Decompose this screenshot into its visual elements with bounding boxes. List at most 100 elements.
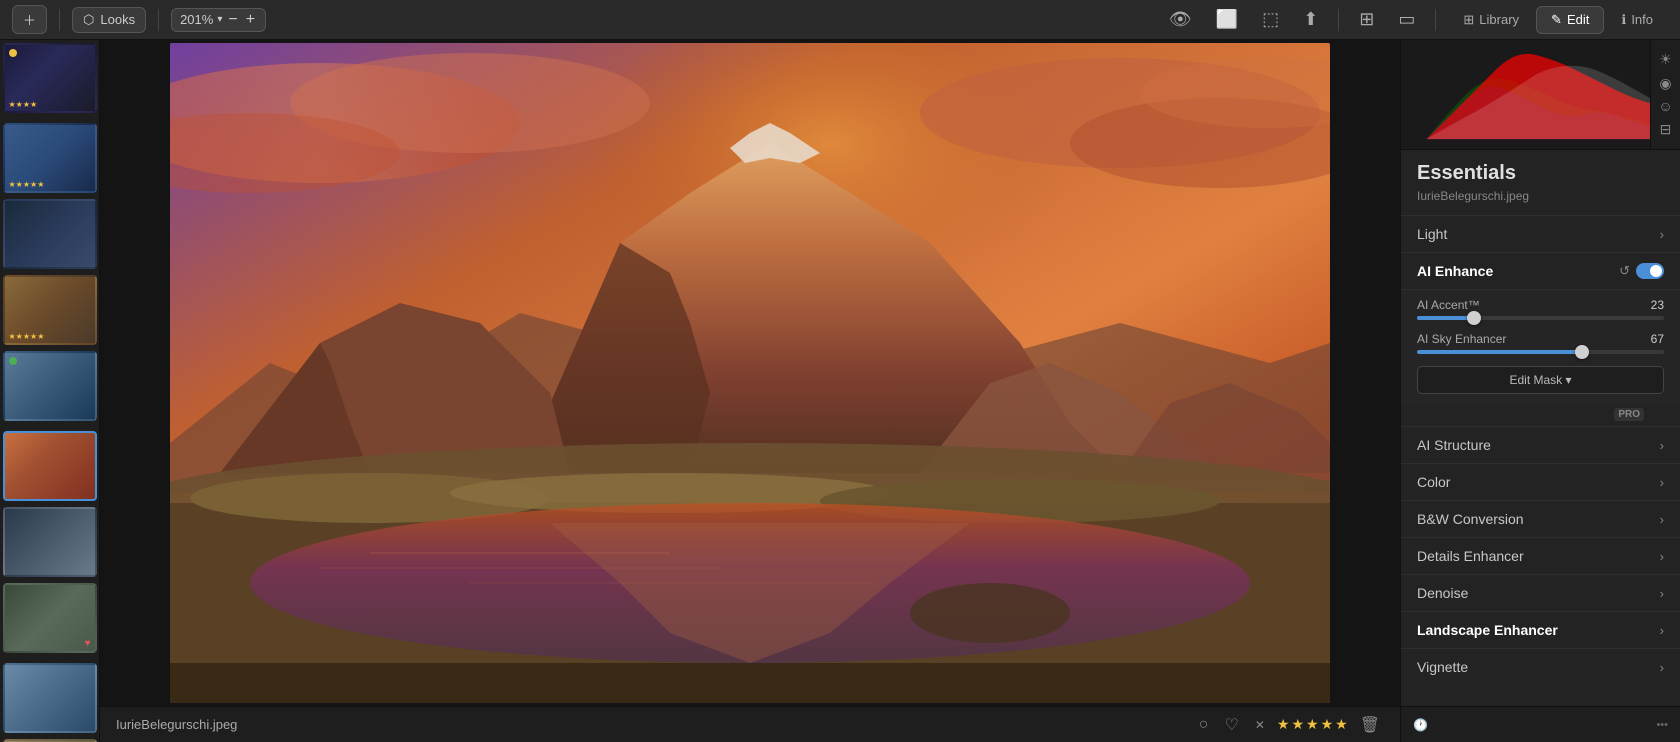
- ai-sky-value: 67: [1634, 332, 1664, 346]
- star-4[interactable]: ★: [1321, 716, 1334, 733]
- zoom-value: 201%: [180, 12, 213, 27]
- info-label: Info: [1631, 12, 1653, 27]
- section-denoise[interactable]: Denoise ›: [1401, 574, 1680, 611]
- edit-label: Edit: [1567, 12, 1589, 27]
- view-toggle-button[interactable]: 👁: [1161, 5, 1200, 34]
- sun-icon[interactable]: ☀: [1659, 51, 1672, 68]
- section-color[interactable]: Color ›: [1401, 463, 1680, 500]
- section-details-label: Details Enhancer: [1417, 548, 1524, 564]
- clock-icon[interactable]: 🕐: [1413, 718, 1428, 732]
- chevron-down-icon: ▾: [217, 14, 222, 25]
- undo-icon[interactable]: ↺: [1619, 263, 1630, 279]
- star-2[interactable]: ★: [1291, 716, 1304, 733]
- filmstrip-item-2[interactable]: ★★★★★: [3, 123, 97, 193]
- section-vignette-label: Vignette: [1417, 659, 1468, 675]
- stars: ★★★★★: [9, 332, 45, 341]
- filmstrip-item-8[interactable]: ♥: [3, 583, 97, 653]
- add-button[interactable]: ＋: [12, 5, 47, 34]
- reject-icon[interactable]: ✕: [1251, 716, 1269, 734]
- ai-enhance-content: AI Accent™ 23 AI Sky Enhancer 67: [1401, 289, 1680, 406]
- separator2: [158, 9, 159, 31]
- edit-icon: ✎: [1551, 12, 1562, 28]
- info-tab[interactable]: ℹ Info: [1606, 6, 1668, 34]
- chevron-right-icon8: ›: [1660, 660, 1664, 675]
- section-landscape-label: Landscape Enhancer: [1417, 622, 1558, 638]
- ai-accent-thumb[interactable]: [1467, 311, 1481, 325]
- star-1[interactable]: ★: [1277, 716, 1290, 733]
- library-label: Library: [1479, 12, 1519, 27]
- filmstrip-item-4[interactable]: ★★★★★: [3, 275, 97, 345]
- stars: ★★★★★: [9, 180, 45, 189]
- heart-button[interactable]: ♡: [1220, 713, 1242, 737]
- delete-icon[interactable]: 🗑: [1356, 713, 1384, 737]
- section-landscape[interactable]: Landscape Enhancer ›: [1401, 611, 1680, 648]
- section-details[interactable]: Details Enhancer ›: [1401, 537, 1680, 574]
- section-color-label: Color: [1417, 474, 1450, 490]
- bottom-actions: ○ ♡ ✕ ★ ★ ★ ★ ★ 🗑: [1195, 713, 1384, 737]
- edit-tab[interactable]: ✎ Edit: [1536, 6, 1604, 34]
- star-3[interactable]: ★: [1306, 716, 1319, 733]
- canvas-area: IurieBelegurschi.jpeg ○ ♡ ✕ ★ ★ ★ ★ ★ 🗑: [100, 40, 1400, 742]
- main-area: ★★★★ ★★★★★ ★★★★★ ♥ ★★★★★ ♥: [0, 40, 1680, 742]
- layers-icon[interactable]: ⊟: [1660, 121, 1672, 138]
- split-view-button[interactable]: ⬜: [1208, 5, 1246, 34]
- section-vignette[interactable]: Vignette ›: [1401, 648, 1680, 685]
- bottom-filename: IurieBelegurschi.jpeg: [116, 717, 1183, 732]
- section-ai-structure[interactable]: AI Structure ›: [1401, 426, 1680, 463]
- zoom-in-button[interactable]: +: [244, 12, 257, 28]
- panel-filename: IurieBelegurschi.jpeg: [1401, 189, 1680, 215]
- filmstrip-item-9[interactable]: [3, 663, 97, 733]
- rating-stars[interactable]: ★ ★ ★ ★ ★: [1277, 716, 1348, 733]
- landscape-photo: [170, 43, 1330, 703]
- bottom-bar: IurieBelegurschi.jpeg ○ ♡ ✕ ★ ★ ★ ★ ★ 🗑: [100, 706, 1400, 742]
- panel-content: Essentials IurieBelegurschi.jpeg Light ›…: [1401, 150, 1680, 706]
- ai-sky-thumb[interactable]: [1575, 345, 1589, 359]
- separator3: [1338, 9, 1339, 31]
- circle-icon[interactable]: ○: [1195, 714, 1213, 736]
- chevron-right-icon5: ›: [1660, 549, 1664, 564]
- ai-accent-track[interactable]: [1417, 316, 1664, 320]
- histogram-side-icons: ☀ ◉ ☺ ⊟: [1650, 40, 1680, 149]
- circle-adjust-icon[interactable]: ◉: [1659, 75, 1671, 92]
- panel-bottom-bar: 🕐 •••: [1401, 706, 1680, 742]
- export-button[interactable]: ⬆: [1295, 5, 1326, 34]
- library-tab[interactable]: ⊞ Library: [1448, 6, 1534, 34]
- star-5[interactable]: ★: [1335, 716, 1348, 733]
- zoom-control: 201% ▾ − +: [171, 8, 266, 32]
- ai-accent-slider-row: AI Accent™ 23: [1417, 298, 1664, 320]
- section-light[interactable]: Light ›: [1401, 215, 1680, 252]
- edit-mask-button[interactable]: Edit Mask ▾: [1417, 366, 1664, 394]
- chevron-right-icon: ›: [1660, 227, 1664, 242]
- zoom-out-button[interactable]: −: [226, 12, 239, 28]
- filmstrip-item-5[interactable]: [3, 351, 97, 421]
- filmstrip-item-6-selected[interactable]: [3, 431, 97, 501]
- pro-badge: PRO: [1614, 408, 1644, 421]
- ai-enhance-icons: ↺: [1619, 263, 1664, 279]
- chevron-right-icon4: ›: [1660, 512, 1664, 527]
- face-icon[interactable]: ☺: [1658, 98, 1672, 114]
- photo-container: [100, 40, 1400, 706]
- crop-button[interactable]: ⬚: [1254, 5, 1287, 34]
- filmstrip: ★★★★ ★★★★★ ★★★★★ ♥ ★★★★★ ♥: [0, 40, 100, 742]
- chevron-right-icon3: ›: [1660, 475, 1664, 490]
- edit-mask-label: Edit Mask ▾: [1509, 373, 1571, 387]
- looks-button[interactable]: ⬡ Looks: [72, 7, 146, 33]
- grid-view-button[interactable]: ⊞: [1351, 5, 1382, 34]
- section-ai-enhance[interactable]: AI Enhance ↺: [1401, 252, 1680, 289]
- filmstrip-item-1[interactable]: ★★★★: [3, 43, 97, 113]
- section-denoise-label: Denoise: [1417, 585, 1468, 601]
- ai-accent-label: AI Accent™: [1417, 298, 1480, 312]
- ai-enhance-toggle[interactable]: [1636, 263, 1664, 279]
- filmstrip-item-7[interactable]: [3, 507, 97, 577]
- more-icon[interactable]: •••: [1656, 719, 1668, 731]
- library-icon: ⊞: [1463, 12, 1474, 28]
- main-toolbar: ＋ ⬡ Looks 201% ▾ − + 👁 ⬜ ⬚ ⬆ ⊞ ▭ ⊞ Libra…: [0, 0, 1680, 40]
- histogram-area: ☀ ◉ ☺ ⊟: [1401, 40, 1680, 150]
- nav-tabs: ⊞ Library ✎ Edit ℹ Info: [1448, 6, 1668, 34]
- ai-accent-value: 23: [1634, 298, 1664, 312]
- section-bw[interactable]: B&W Conversion ›: [1401, 500, 1680, 537]
- single-view-button[interactable]: ▭: [1390, 5, 1423, 34]
- filmstrip-item-3[interactable]: [3, 199, 97, 269]
- plus-icon: ＋: [23, 10, 36, 29]
- ai-sky-track[interactable]: [1417, 350, 1664, 354]
